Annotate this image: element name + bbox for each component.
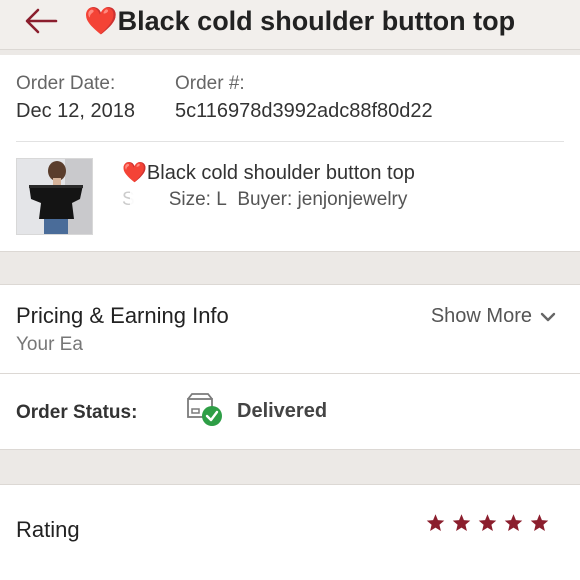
page-title: ❤️Black cold shoulder button top [84,4,570,38]
star-icon [426,514,445,531]
rating-stars [425,513,550,533]
item-size: Size: L [168,189,227,210]
rating-label: Rating [16,517,80,542]
heart-icon: ❤️ [122,162,147,184]
redaction-block [130,189,170,213]
heart-icon: ❤️ [84,6,118,36]
order-number-value: 5c116978d3992adc88f80d22 [175,100,433,122]
order-status-value: Delivered [237,400,328,422]
back-arrow-icon[interactable] [22,6,58,36]
pricing-card: Pricing & Earning Info Your Ea Show More [0,284,580,374]
item-photo [17,159,92,234]
star-icon [530,514,549,531]
section-gap [0,252,580,284]
redaction-block [96,331,272,361]
order-date-label: Order Date: [16,73,116,94]
pricing-subtitle: Your Ea [16,334,83,355]
star-icon [478,514,497,531]
star-icon [452,514,471,531]
star-icon [504,514,523,531]
page-title-text: Black cold shoulder button top [117,6,516,36]
item-thumbnail[interactable] [16,158,93,235]
show-more-button[interactable]: Show More [431,305,556,328]
order-status-label: Order Status: [16,402,138,423]
order-date-value: Dec 12, 2018 [16,100,135,122]
order-status-card: Order Status: Delivered [0,374,580,450]
top-header: ❤️Black cold shoulder button top [0,0,580,50]
pricing-title: Pricing & Earning Info [16,303,229,328]
item-title: ❤️Black cold shoulder button top [122,160,415,185]
item-buyer: Buyer: jenjonjewelry [237,189,408,210]
rating-card: Rating [0,484,580,580]
delivered-box-icon [187,393,222,426]
chevron-down-icon [540,312,556,321]
show-more-label: Show More [430,305,532,327]
section-divider [16,141,564,142]
section-gap [0,450,580,484]
order-summary-card: Order Date: Dec 12, 2018 Order #: 5c1169… [0,55,580,252]
item-title-text: Black cold shoulder button top [146,162,415,184]
order-number-label: Order #: [175,73,245,94]
